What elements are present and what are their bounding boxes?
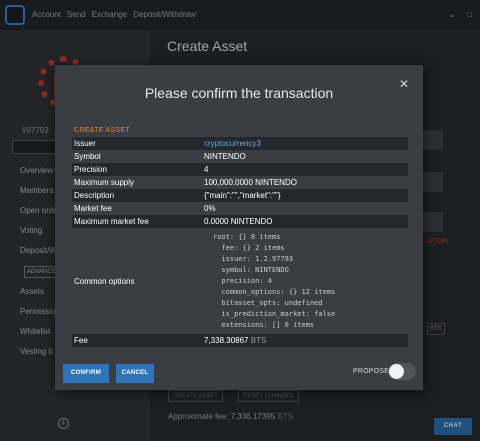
precision-key: Precision: [74, 165, 107, 174]
issuer-key: Issuer: [74, 139, 96, 148]
cancel-button[interactable]: CANCEL: [116, 364, 154, 383]
fee-value: 7,338.30867: [204, 336, 249, 345]
issuer-link[interactable]: cryptocurrency3: [204, 139, 261, 148]
close-icon[interactable]: ✕: [398, 78, 410, 90]
table-row: Description {"main":"","market":""}: [72, 189, 408, 202]
confirm-transaction-modal: Please confirm the transaction ✕ CREATE …: [55, 65, 423, 390]
tree-line: common_options: {} 12 items: [213, 287, 336, 296]
tree-line: root: {} 8 items: [213, 232, 281, 241]
modal-title: Please confirm the transaction: [144, 85, 334, 101]
table-row: Maximum market fee 0.0000 NINTENDO: [72, 215, 408, 228]
description-key: Description: [74, 191, 115, 200]
propose-toggle[interactable]: [388, 363, 416, 380]
max-market-fee-key: Maximum market fee: [74, 217, 149, 226]
tree-line: symbol: NINTENDO: [213, 265, 289, 274]
market-fee-value: 0%: [204, 204, 216, 213]
tree-line: bitasset_opts: undefined: [213, 298, 323, 307]
fee-unit: BTS: [250, 336, 267, 345]
transaction-details-table: Issuer cryptocurrency3 Symbol NINTENDO P…: [72, 137, 408, 347]
max-market-fee-value: 0.0000 NINTENDO: [204, 217, 273, 226]
table-row: Common options root: {} 8 items fee: {} …: [72, 228, 408, 334]
table-row: Issuer cryptocurrency3: [72, 137, 408, 150]
fee-key: Fee: [74, 336, 88, 345]
symbol-key: Symbol: [74, 152, 101, 161]
tree-line: extensions: [] 0 items: [213, 320, 315, 329]
table-row: Fee 7,338.30867 BTS: [72, 334, 408, 347]
max-supply-value: 100,000.0000 NINTENDO: [204, 178, 297, 187]
table-row: Precision 4: [72, 163, 408, 176]
tree-line: is_prediction_market: false: [213, 309, 336, 318]
table-row: Market fee 0%: [72, 202, 408, 215]
symbol-value: NINTENDO: [204, 152, 246, 161]
tree-line: issuer: 1.2.97793: [213, 254, 294, 263]
tree-line: fee: {} 2 items: [213, 243, 285, 252]
confirm-button[interactable]: CONFIRM: [63, 364, 109, 383]
max-supply-key: Maximum supply: [74, 178, 135, 187]
precision-value: 4: [204, 165, 209, 174]
table-row: Maximum supply 100,000.0000 NINTENDO: [72, 176, 408, 189]
table-row: Symbol NINTENDO: [72, 150, 408, 163]
propose-label: PROPOSE:: [353, 368, 392, 375]
common-options-tree[interactable]: root: {} 8 items fee: {} 2 items issuer:…: [202, 232, 408, 331]
tree-line: precision: 4: [213, 276, 273, 285]
common-options-key: Common options: [74, 276, 135, 286]
operation-label: CREATE ASSET: [74, 127, 130, 134]
description-value: {"main":"","market":""}: [204, 191, 281, 200]
market-fee-key: Market fee: [74, 204, 112, 213]
